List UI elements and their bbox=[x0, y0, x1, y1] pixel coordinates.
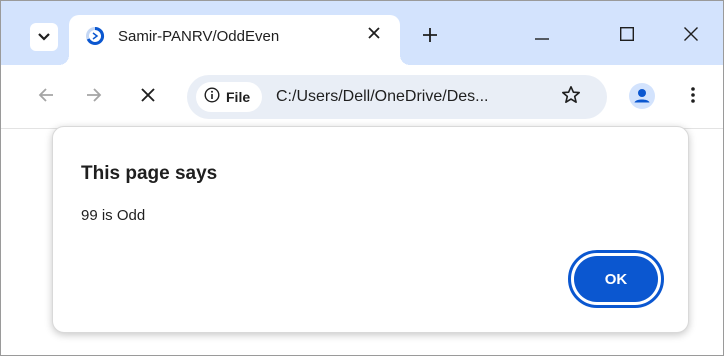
minimize-button[interactable] bbox=[519, 17, 565, 55]
close-icon bbox=[368, 26, 380, 44]
close-icon bbox=[141, 87, 155, 107]
arrow-left-icon bbox=[38, 87, 54, 108]
tab-close-button[interactable] bbox=[362, 23, 386, 47]
minimize-icon bbox=[535, 27, 549, 45]
url-text: C:/Users/Dell/OneDrive/Des... bbox=[276, 88, 489, 105]
profile-button[interactable] bbox=[629, 83, 655, 109]
alert-dialog: This page says 99 is Odd OK bbox=[52, 126, 689, 333]
tab-active[interactable]: Samir-PANRV/OddEven bbox=[59, 15, 410, 65]
address-bar[interactable]: File C:/Users/Dell/OneDrive/Des... bbox=[187, 75, 607, 119]
new-tab-button[interactable] bbox=[416, 23, 444, 51]
tab-strip: Samir-PANRV/OddEven bbox=[1, 1, 723, 65]
dialog-title: This page says bbox=[81, 163, 218, 184]
plus-icon bbox=[423, 27, 437, 47]
loading-spinner-icon bbox=[85, 26, 105, 46]
star-icon bbox=[561, 85, 581, 110]
ok-button-label: OK bbox=[574, 256, 658, 302]
forward-button[interactable] bbox=[80, 83, 108, 111]
menu-button[interactable] bbox=[679, 83, 707, 111]
info-icon bbox=[204, 86, 220, 108]
browser-window: Samir-PANRV/OddEven File C:/Users/Dell/O… bbox=[0, 0, 724, 356]
stop-loading-button[interactable] bbox=[134, 83, 162, 111]
more-vertical-icon bbox=[691, 86, 695, 108]
arrow-right-icon bbox=[86, 87, 102, 108]
person-icon bbox=[629, 89, 655, 109]
close-icon bbox=[684, 26, 698, 46]
browser-toolbar: File C:/Users/Dell/OneDrive/Des... bbox=[1, 65, 723, 129]
maximize-button[interactable] bbox=[604, 17, 650, 55]
dialog-message: 99 is Odd bbox=[81, 207, 146, 224]
close-window-button[interactable] bbox=[668, 17, 714, 55]
site-info-chip[interactable]: File bbox=[196, 82, 262, 112]
tab-search-button[interactable] bbox=[30, 23, 58, 51]
maximize-icon bbox=[619, 26, 635, 46]
bookmark-button[interactable] bbox=[557, 83, 585, 111]
ok-button[interactable]: OK bbox=[568, 250, 664, 308]
site-chip-label: File bbox=[226, 89, 251, 105]
chevron-down-icon bbox=[38, 28, 50, 46]
tab-title: Samir-PANRV/OddEven bbox=[118, 28, 280, 45]
back-button[interactable] bbox=[32, 83, 60, 111]
